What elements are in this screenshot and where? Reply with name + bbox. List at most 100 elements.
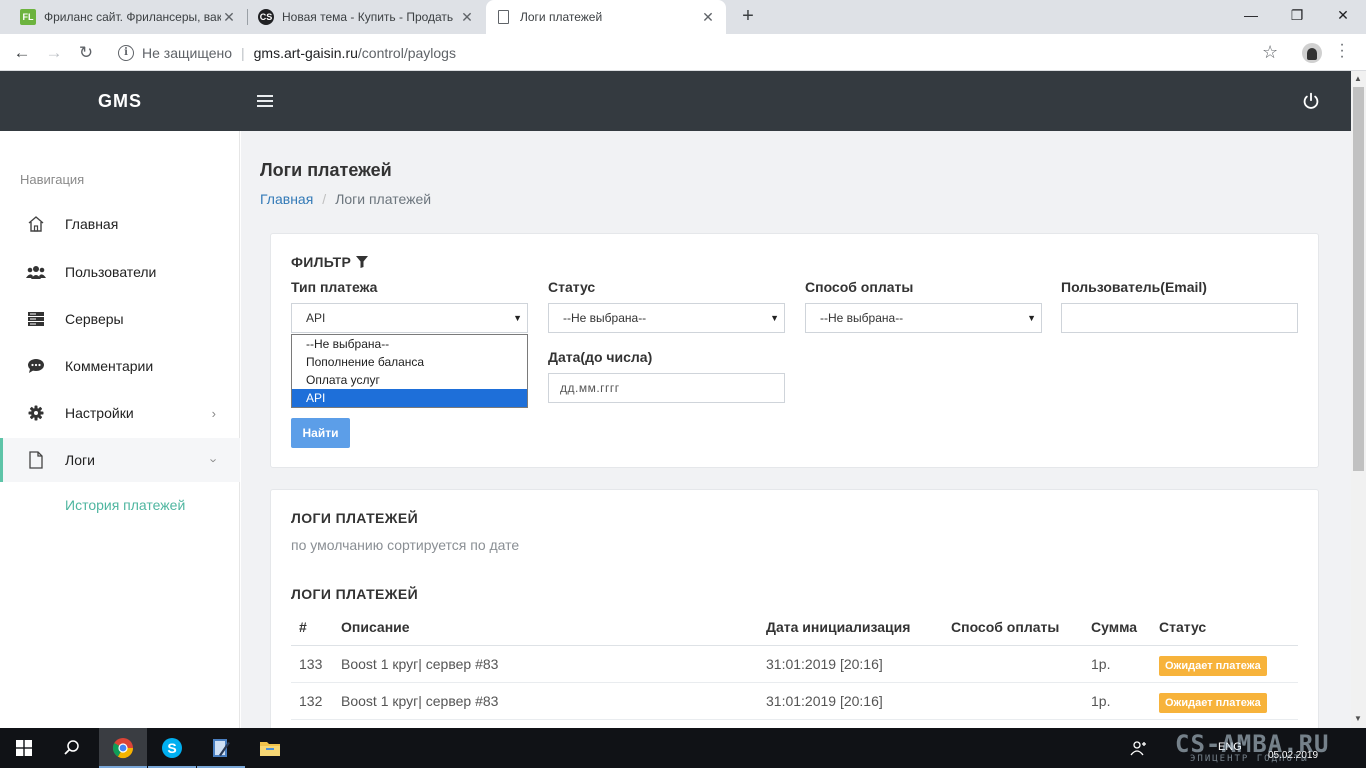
cell-date: 31:01:2019 [20:16] <box>766 693 883 709</box>
browser-menu-icon[interactable]: · · · <box>1336 37 1348 65</box>
payment-method-select[interactable]: --Не выбрана-- ▼ <box>805 303 1042 333</box>
sidebar-item-label: Логи <box>65 452 95 468</box>
document-icon <box>498 10 509 24</box>
dropdown-option[interactable]: Оплата услуг <box>292 371 527 389</box>
logs-table: # Описание Дата инициализация Способ опл… <box>291 610 1298 720</box>
people-icon[interactable] <box>1130 740 1148 756</box>
column-header-status: Статус <box>1159 619 1207 635</box>
sidebar-subitem-payment-history[interactable]: История платежей <box>65 497 185 513</box>
logs-section-subtitle: по умолчанию сортируется по дате <box>291 537 520 553</box>
payment-type-value: API <box>306 311 326 325</box>
cell-amount: 1р. <box>1091 656 1111 672</box>
nav-header: Навигация <box>20 172 85 187</box>
taskbar-chrome[interactable] <box>99 728 147 768</box>
fl-favicon: FL <box>20 9 36 25</box>
sidebar-item-label: Комментарии <box>65 358 154 374</box>
forward-button[interactable]: → <box>40 39 68 67</box>
new-tab-button[interactable]: + <box>736 5 760 29</box>
breadcrumb-separator: / <box>322 191 327 207</box>
user-email-input[interactable] <box>1061 303 1298 333</box>
chevron-down-icon: › <box>206 457 222 463</box>
sidebar-item-logs[interactable]: Логи › <box>0 438 240 482</box>
dropdown-option[interactable]: Пополнение баланса <box>292 353 527 371</box>
windows-start-button[interactable] <box>0 728 48 768</box>
close-icon[interactable]: ✕ <box>700 9 716 26</box>
skype-icon: S <box>162 738 182 758</box>
close-icon[interactable]: ✕ <box>221 9 237 26</box>
search-icon <box>64 740 79 755</box>
chevron-right-icon: › <box>211 405 216 421</box>
windows-taskbar: S ENG 05.02.2019 CS-AMBA.RU ЭПИЦЕНТР ГОД… <box>0 728 1366 768</box>
sidebar-item-home[interactable]: Главная <box>0 202 240 246</box>
payment-method-label: Способ оплаты <box>805 279 914 295</box>
breadcrumb-home-link[interactable]: Главная <box>260 191 313 207</box>
status-badge: Ожидает платежа <box>1159 693 1267 713</box>
date-input[interactable]: дд.мм.гггг <box>548 373 785 403</box>
folder-icon <box>260 742 280 756</box>
browser-toolbar: ← → ↻ i Не защищено | gms.art-gaisin.ru /… <box>0 34 1366 71</box>
page-scrollbar[interactable]: ▲ ▼ <box>1351 71 1366 728</box>
status-select[interactable]: --Не выбрана-- ▼ <box>548 303 785 333</box>
dropdown-option-selected[interactable]: API <box>292 389 527 407</box>
reload-button[interactable]: ↻ <box>72 39 100 67</box>
date-label: Дата(до числа) <box>548 349 653 365</box>
taskbar-explorer[interactable] <box>246 728 294 768</box>
url-divider: | <box>241 44 245 61</box>
power-icon[interactable] <box>1300 90 1322 112</box>
browser-tab-paylogs[interactable]: Логи платежей ✕ <box>486 0 726 34</box>
dropdown-option[interactable]: --Не выбрана-- <box>292 335 527 353</box>
column-header-id: # <box>299 619 307 635</box>
cell-id: 133 <box>299 656 323 672</box>
table-row: 132 Boost 1 круг| сервер #83 31:01:2019 … <box>291 683 1298 720</box>
svg-text:S: S <box>167 740 176 756</box>
status-label: Статус <box>548 279 596 295</box>
servers-icon <box>26 309 46 329</box>
sidebar-item-label: Главная <box>65 216 119 232</box>
breadcrumb-current: Логи платежей <box>335 191 432 207</box>
filter-title-text: ФИЛЬТР <box>291 254 352 270</box>
close-icon[interactable]: ✕ <box>459 9 475 26</box>
users-icon <box>26 262 46 282</box>
maximize-window-button[interactable]: ❐ <box>1274 0 1320 30</box>
logs-section-title: ЛОГИ ПЛАТЕЖЕЙ <box>291 510 419 526</box>
taskbar-editor[interactable] <box>197 728 245 768</box>
brand-logo[interactable]: GMS <box>0 71 240 131</box>
cell-date: 31:01:2019 [20:16] <box>766 656 883 672</box>
profile-avatar-icon[interactable] <box>1302 43 1322 63</box>
browser-tab-forum[interactable]: CS Новая тема - Купить - Продать ✕ <box>248 0 485 34</box>
windows-logo-icon <box>16 740 32 756</box>
bookmark-star-icon[interactable]: ☆ <box>1262 42 1278 63</box>
scroll-down-arrow-icon[interactable]: ▼ <box>1354 714 1362 723</box>
scrollbar-thumb[interactable] <box>1353 87 1364 471</box>
security-label: Не защищено <box>142 44 232 61</box>
search-button[interactable]: Найти <box>291 418 350 448</box>
cell-description: Boost 1 круг| сервер #83 <box>341 656 499 672</box>
scroll-up-arrow-icon[interactable]: ▲ <box>1354 74 1362 83</box>
filter-card: ФИЛЬТР Тип платежа API ▼ --Не выбрана-- … <box>270 233 1319 468</box>
user-email-label: Пользователь(Email) <box>1061 279 1207 295</box>
filter-title: ФИЛЬТР <box>291 254 369 270</box>
minimize-window-button[interactable]: — <box>1228 0 1274 30</box>
sidebar-item-users[interactable]: Пользователи <box>0 250 240 294</box>
tab-title: Логи платежей <box>520 10 603 24</box>
payment-method-value: --Не выбрана-- <box>820 311 904 325</box>
gear-icon <box>26 403 46 423</box>
dropdown-caret-icon: ▼ <box>770 313 779 323</box>
info-icon[interactable]: i <box>118 44 134 61</box>
browser-tab-freelance[interactable]: FL Фриланс сайт. Фрилансеры, вак ✕ <box>10 0 247 34</box>
payment-type-select[interactable]: API ▼ <box>291 303 528 333</box>
back-button[interactable]: ← <box>8 39 36 67</box>
close-window-button[interactable]: ✕ <box>1320 0 1366 30</box>
taskbar-search-button[interactable] <box>48 728 96 768</box>
column-header-amount: Сумма <box>1091 619 1138 635</box>
menu-toggle-icon[interactable] <box>257 95 273 107</box>
logs-card: ЛОГИ ПЛАТЕЖЕЙ по умолчанию сортируется п… <box>270 489 1319 728</box>
taskbar-skype[interactable]: S <box>148 728 196 768</box>
sidebar-item-servers[interactable]: Серверы <box>0 297 240 341</box>
address-bar[interactable]: i Не защищено | gms.art-gaisin.ru/contro… <box>108 38 1290 67</box>
sidebar: Навигация Главная Пользователи Серверы К… <box>0 131 240 728</box>
breadcrumb: Главная / Логи платежей <box>260 191 431 207</box>
sidebar-item-comments[interactable]: Комментарии <box>0 344 240 388</box>
page-title: Логи платежей <box>260 160 392 180</box>
sidebar-item-settings[interactable]: Настройки › <box>0 391 240 435</box>
